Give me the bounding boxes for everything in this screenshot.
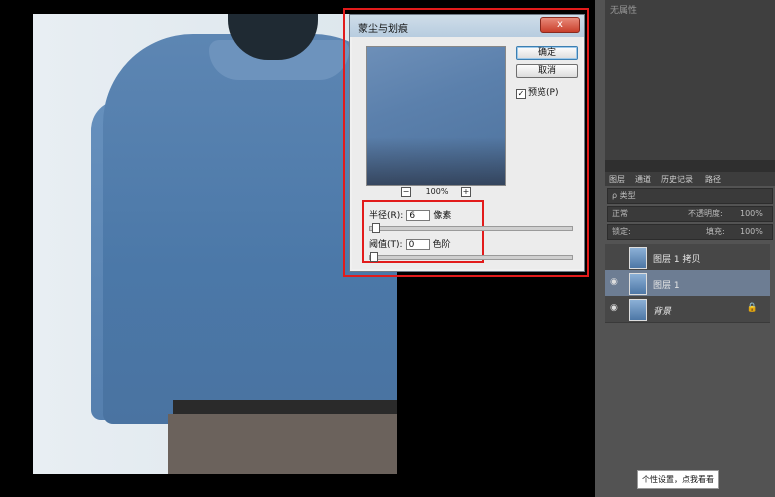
preview-checkbox[interactable]: ✓ 预览(P)	[516, 85, 558, 99]
dialog-titlebar[interactable]: 蒙尘与划痕 x	[350, 15, 584, 37]
layer-name: 背景	[653, 307, 672, 317]
close-button[interactable]: x	[540, 17, 580, 33]
fill-label: 填充:	[706, 227, 725, 236]
eye-icon[interactable]: ◉	[610, 304, 619, 313]
opacity-label: 不透明度:	[688, 209, 723, 218]
blend-mode-select[interactable]: 正常	[612, 209, 628, 218]
layer-thumbnail	[629, 299, 647, 321]
radius-unit: 像素	[433, 211, 452, 221]
filter-preview[interactable]	[366, 46, 506, 186]
radius-label: 半径(R):	[369, 211, 404, 221]
zoom-value: 100%	[425, 187, 449, 196]
tab-paths[interactable]: 路径	[705, 174, 721, 185]
right-panel: 无属性 图层 通道 历史记录 路径 ρ 类型 正常 不透明度: 100% 锁定:…	[595, 0, 775, 497]
layer-name: 图层 1	[653, 281, 680, 291]
checkbox-icon[interactable]: ✓	[516, 89, 526, 99]
filter-label: ρ 类型	[612, 191, 636, 200]
lock-label: 锁定:	[612, 227, 631, 236]
tab-history[interactable]: 历史记录	[661, 174, 693, 185]
tooltip[interactable]: 个性设置，点我看看	[637, 470, 719, 489]
zoom-in-button[interactable]: +	[461, 187, 471, 197]
lock-row: 锁定: 填充: 100%	[607, 224, 773, 240]
ok-button[interactable]: 确定	[516, 46, 578, 60]
cancel-button[interactable]: 取消	[516, 64, 578, 78]
blend-row: 正常 不透明度: 100%	[607, 206, 773, 222]
tab-channels[interactable]: 通道	[635, 174, 651, 185]
lock-icon: 🔒	[746, 303, 758, 313]
zoom-row: − 100% +	[366, 187, 504, 199]
threshold-slider-thumb[interactable]	[370, 252, 378, 262]
layer-name: 图层 1 拷贝	[653, 255, 701, 265]
eye-icon[interactable]: ◉	[610, 278, 619, 287]
layer-row[interactable]: ◉ 背景 🔒	[605, 296, 770, 323]
radius-input[interactable]: 6	[406, 210, 431, 221]
radius-row: 半径(R): 6 像素	[369, 208, 451, 221]
fill-value[interactable]: 100%	[740, 225, 763, 239]
layer-filter[interactable]: ρ 类型	[607, 188, 773, 204]
photo-pants	[168, 414, 397, 474]
threshold-unit: 色阶	[432, 240, 451, 250]
tab-layers[interactable]: 图层	[609, 174, 625, 185]
radius-slider[interactable]	[369, 223, 573, 233]
threshold-slider[interactable]	[369, 252, 573, 262]
layer-row-selected[interactable]: ◉ 图层 1	[605, 270, 770, 297]
opacity-value[interactable]: 100%	[740, 207, 763, 221]
properties-label: 无属性	[610, 6, 638, 16]
panel-tabs: 图层 通道 历史记录 路径	[605, 172, 775, 186]
properties-panel: 无属性	[605, 0, 775, 160]
threshold-label: 阈值(T):	[369, 240, 403, 250]
preview-label: 预览(P)	[528, 88, 559, 98]
zoom-out-button[interactable]: −	[401, 187, 411, 197]
layer-row[interactable]: 图层 1 拷贝	[605, 244, 770, 271]
threshold-row: 阈值(T): 0 色阶	[369, 237, 451, 250]
layer-thumbnail	[629, 273, 647, 295]
threshold-input[interactable]: 0	[405, 239, 430, 250]
radius-slider-thumb[interactable]	[372, 223, 380, 233]
dialog-title: 蒙尘与划痕	[358, 24, 408, 35]
layer-thumbnail	[629, 247, 647, 269]
